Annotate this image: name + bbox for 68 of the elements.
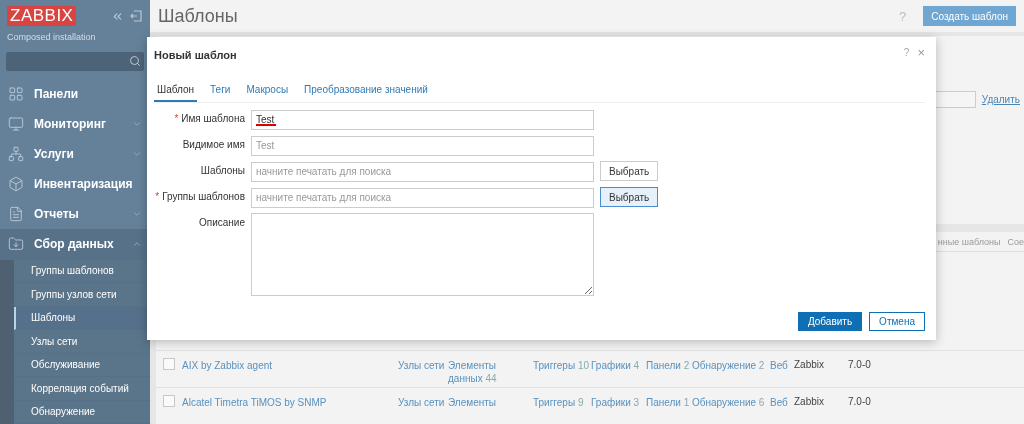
column-header: Сое (1007, 236, 1024, 247)
checkbox[interactable] (163, 395, 175, 407)
network-icon (8, 146, 24, 163)
required-mark: * (155, 191, 160, 202)
table-link[interactable]: Обнаружение 2 (692, 359, 770, 372)
table-link[interactable]: Элементы данных 44 (448, 359, 533, 385)
table-link[interactable]: Узлы сети (398, 359, 448, 372)
tab[interactable]: Преобразование значений (301, 84, 431, 102)
folder-download-icon (8, 236, 24, 253)
field-label: Описание (199, 217, 245, 228)
table-cell-text: 7.0-0 (848, 359, 872, 370)
input-field[interactable]: начните печатать для поиска (251, 161, 594, 182)
table-cell-text: 7.0-0 (848, 396, 872, 407)
search-field[interactable] (6, 52, 144, 71)
required-mark: * (174, 113, 179, 124)
dialog-title: Новый шаблон (154, 48, 238, 61)
tab[interactable]: Теги (207, 84, 234, 102)
cancel-button[interactable]: Отмена (869, 312, 925, 331)
table-link[interactable]: Графики 3 (591, 396, 646, 409)
field-label: Группы шаблонов (162, 191, 245, 202)
table-link[interactable]: Панели 1 (646, 396, 692, 409)
page-title: Шаблоны (158, 5, 239, 27)
search-icon (129, 55, 141, 68)
table-link[interactable]: Веб (770, 359, 794, 372)
logo: ZABBIX (7, 6, 77, 26)
table-cell-text: Zabbix (794, 359, 825, 370)
table-cell-text: Zabbix (794, 396, 825, 407)
table-link[interactable]: Триггеры 9 (533, 396, 591, 409)
box-arrow-icon[interactable] (130, 9, 142, 22)
field-label: Шаблоны (200, 165, 245, 176)
input-field[interactable]: Test (251, 135, 594, 156)
description-field[interactable] (251, 213, 594, 296)
input-field[interactable]: Test (251, 109, 594, 130)
column-header: нные шаблоны (937, 236, 1001, 247)
create-button[interactable]: Создать шаблон (923, 6, 1016, 27)
submenu-item[interactable]: Шаблоны (14, 306, 150, 330)
template-link[interactable]: Alcatel Timetra TiMOS by SNMP (182, 396, 398, 409)
tab[interactable]: Макросы (243, 84, 292, 102)
checkbox[interactable] (163, 358, 175, 370)
document-icon (8, 206, 24, 223)
table-link[interactable]: Панели 2 (646, 359, 692, 372)
select-button[interactable]: Выбрать (600, 187, 659, 207)
box-icon (8, 176, 24, 193)
select-button[interactable]: Выбрать (600, 161, 659, 181)
subtitle: Composed installation (6, 31, 97, 42)
grid-icon (8, 85, 24, 102)
table-link[interactable]: Триггеры 10 (533, 359, 591, 372)
input-field[interactable]: начните печатать для поиска (251, 187, 594, 208)
menu-item[interactable]: Отчеты (0, 199, 150, 230)
field-label: Имя шаблона (181, 113, 245, 124)
table-link[interactable]: Элементы (448, 396, 533, 409)
table-link[interactable]: Обнаружение 6 (692, 396, 770, 409)
add-button[interactable]: Добавить (797, 312, 863, 331)
menu-item[interactable]: Сбор данных (0, 229, 150, 260)
menu-item[interactable]: Инвентаризация (0, 169, 150, 200)
menu-item[interactable]: Услуги (0, 139, 150, 170)
menu-item[interactable]: Панели (0, 78, 150, 109)
monitor-icon (8, 115, 24, 132)
remove-link[interactable]: Удалить (981, 91, 1020, 224)
table-link[interactable]: Узлы сети (398, 396, 448, 409)
menu-item[interactable]: Мониторинг (0, 108, 150, 139)
help-link[interactable]: ? (903, 47, 910, 58)
table-link[interactable]: Веб (770, 396, 794, 409)
table-link[interactable]: Графики 4 (591, 359, 646, 372)
tab[interactable]: Шаблон (154, 84, 198, 102)
template-link[interactable]: AIX by Zabbix agent (182, 359, 398, 372)
close-button[interactable]: × (917, 47, 925, 58)
field-label: Видимое имя (182, 139, 245, 150)
